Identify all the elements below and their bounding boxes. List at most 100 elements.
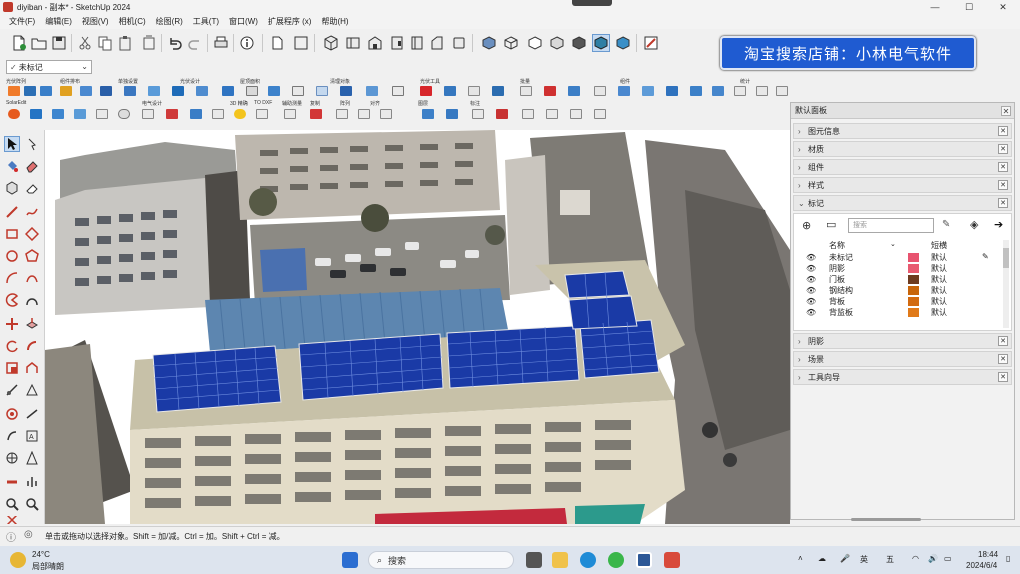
right-view-icon[interactable] <box>388 34 406 52</box>
open-folder-icon[interactable] <box>30 34 48 52</box>
solar-stats-icon[interactable] <box>316 86 328 96</box>
battery-icon[interactable]: ▭ <box>944 554 952 563</box>
electrical-icon[interactable] <box>166 109 178 119</box>
menu-edit[interactable]: 编辑(E) <box>40 16 77 27</box>
panel-close-icon[interactable]: ✕ <box>998 180 1008 190</box>
sun-icon[interactable] <box>234 109 246 119</box>
dimension-icon[interactable] <box>24 406 40 422</box>
menu-view[interactable]: 视图(V) <box>77 16 114 27</box>
rotated-rectangle-icon[interactable] <box>24 226 40 242</box>
module-layout-icon[interactable] <box>40 86 52 96</box>
weather-icon[interactable] <box>10 552 26 568</box>
tray-scroll-thumb[interactable] <box>851 518 921 521</box>
tag-color-swatch[interactable] <box>908 308 919 317</box>
hidden-line-icon[interactable] <box>526 34 544 52</box>
polygon-icon[interactable] <box>24 248 40 264</box>
tags-search-input[interactable]: 搜索 <box>848 218 934 233</box>
wifi-icon[interactable]: ◠ <box>912 554 919 563</box>
shaded-textures-icon[interactable] <box>570 34 588 52</box>
follow-me-icon[interactable] <box>24 338 40 354</box>
select-arrow-icon[interactable] <box>4 136 20 152</box>
copy-tool-icon[interactable] <box>310 109 322 119</box>
axes-icon[interactable] <box>24 450 40 466</box>
string-icon[interactable] <box>366 86 378 96</box>
front-view-icon[interactable] <box>366 34 384 52</box>
orbit-icon[interactable] <box>4 406 20 422</box>
eraser-tool-icon[interactable] <box>24 180 40 196</box>
panel-grid-icon[interactable] <box>100 86 112 96</box>
select-icon[interactable] <box>392 86 404 96</box>
menu-window[interactable]: 窗口(W) <box>224 16 263 27</box>
layout-icon[interactable] <box>222 86 234 96</box>
ime-lang[interactable]: 英 <box>860 554 868 565</box>
details-arrow-icon[interactable]: ➔ <box>994 218 1003 231</box>
tool-row-icon[interactable] <box>618 86 630 96</box>
tilt-icon[interactable] <box>124 86 136 96</box>
eye-icon[interactable]: 👁 <box>806 286 816 295</box>
tags-scrollbar[interactable] <box>1003 240 1009 328</box>
rectangle-icon[interactable] <box>4 226 20 242</box>
tool-blue-icon[interactable] <box>444 86 456 96</box>
eyedropper-icon[interactable]: ✎ <box>942 219 950 230</box>
tape-icon[interactable] <box>284 109 296 119</box>
info-icon[interactable]: ⓘ <box>6 529 16 544</box>
tool-tilt-icon[interactable] <box>568 86 580 96</box>
zoom-icon[interactable] <box>4 496 20 512</box>
text-icon[interactable] <box>4 428 20 444</box>
two-point-arc-icon[interactable] <box>24 270 40 286</box>
panel-close-icon[interactable]: ✕ <box>998 354 1008 364</box>
dim-tool-icon[interactable] <box>472 109 484 119</box>
eye-icon[interactable]: 👁 <box>806 275 816 284</box>
app-taskbar-icon[interactable] <box>664 552 680 568</box>
tool-arrow-icon[interactable] <box>544 86 556 96</box>
tag-color-swatch[interactable] <box>908 253 919 262</box>
panel-edit2-icon[interactable] <box>570 109 582 119</box>
offset-icon[interactable] <box>24 360 40 376</box>
menu-camera[interactable]: 相机(C) <box>114 16 151 27</box>
freehand-icon[interactable] <box>24 204 40 220</box>
panel-close-icon[interactable]: ✕ <box>998 336 1008 346</box>
erase-icon[interactable] <box>140 34 158 52</box>
dxf-icon[interactable] <box>256 109 268 119</box>
sketchup-taskbar-icon[interactable] <box>636 552 652 568</box>
tag-select[interactable]: ✓ 未标记 ⌄ <box>6 60 92 74</box>
menu-extensions[interactable]: 扩展程序 (x) <box>263 16 317 27</box>
tray-close-button[interactable]: ✕ <box>1001 106 1011 116</box>
roof-icon[interactable] <box>60 86 72 96</box>
roof-tilt-icon[interactable] <box>268 86 280 96</box>
arc-icon[interactable] <box>4 270 20 286</box>
component-icon[interactable] <box>4 180 20 196</box>
tag-color-swatch[interactable] <box>908 286 919 295</box>
paint-bucket-icon[interactable] <box>4 158 20 174</box>
tool-panel-icon[interactable] <box>492 86 504 96</box>
box-edit-icon[interactable] <box>546 109 558 119</box>
tool-cross-icon[interactable] <box>666 86 678 96</box>
iso-view-icon[interactable] <box>322 34 340 52</box>
tape-measure-icon[interactable] <box>4 382 20 398</box>
wire-icon[interactable] <box>142 109 154 119</box>
circle-icon[interactable] <box>4 248 20 264</box>
windows-start-icon[interactable] <box>342 552 358 568</box>
panel-materials[interactable]: › 材质 ✕ <box>793 141 1012 157</box>
tag-row[interactable]: 👁 钢结构 默认 <box>794 285 1004 296</box>
pan-icon[interactable] <box>24 474 40 490</box>
square-icon[interactable] <box>292 34 310 52</box>
back-view-icon[interactable] <box>408 34 426 52</box>
panel-close-icon[interactable]: ✕ <box>998 198 1008 208</box>
geo-icon[interactable]: ◎ <box>24 529 33 540</box>
taskbar-search[interactable]: ⌕ 搜索 <box>368 551 514 569</box>
ime-mode[interactable]: 五 <box>886 554 894 565</box>
color-by-tag-icon[interactable]: ◈ <box>970 218 978 231</box>
ruby-console-icon[interactable] <box>642 34 660 52</box>
line-tool-icon[interactable] <box>292 86 304 96</box>
monochrome-icon[interactable] <box>592 34 610 52</box>
three-point-arc-icon[interactable] <box>24 292 40 308</box>
measure-icon[interactable] <box>246 86 258 96</box>
wechat-icon[interactable] <box>608 552 624 568</box>
panel-close-icon[interactable]: ✕ <box>998 144 1008 154</box>
protractor-icon[interactable] <box>24 382 40 398</box>
tool-flat-icon[interactable] <box>642 86 654 96</box>
tool-wide-icon[interactable] <box>712 86 724 96</box>
panel-styles[interactable]: › 样式 ✕ <box>793 177 1012 193</box>
layer-tool-icon[interactable] <box>422 109 434 119</box>
